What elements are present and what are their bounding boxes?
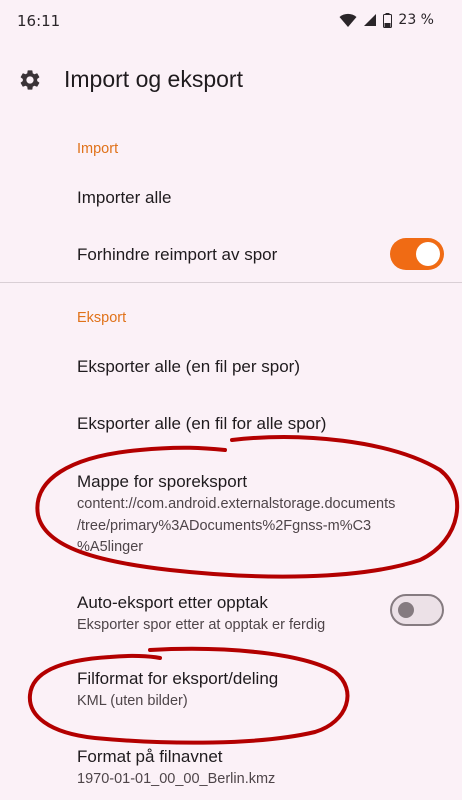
filename-format-title: Format på filnavnet (77, 747, 223, 766)
auto-export-summary: Eksporter spor etter at opptak er ferdig (77, 617, 326, 633)
auto-export-title: Auto-eksport etter opptak (77, 593, 268, 612)
gear-icon (20, 70, 40, 90)
export-all-per-track-item[interactable]: Eksporter alle (en fil per spor) (77, 356, 447, 378)
file-format-title: Filformat for eksport/deling (77, 669, 279, 688)
auto-export-toggle[interactable] (390, 594, 444, 626)
export-folder-item[interactable]: Mappe for sporeksport content://com.andr… (77, 471, 447, 559)
import-all-label: Importer alle (77, 188, 172, 207)
export-all-single-file-item[interactable]: Eksporter alle (en fil for alle spor) (77, 413, 447, 435)
status-bar: 16:11 23 % (0, 0, 462, 44)
auto-export-item[interactable]: Auto-eksport etter opptak Eksporter spor… (77, 592, 377, 637)
toggle-knob (398, 602, 414, 618)
battery-icon (383, 12, 393, 28)
cellular-signal-icon (364, 14, 377, 26)
export-all-single-file-label: Eksporter alle (en fil for alle spor) (77, 414, 327, 433)
export-section-header: Eksport (77, 310, 127, 326)
page-title: Import og eksport (64, 66, 243, 92)
battery-percentage: 23 % (398, 12, 434, 28)
import-section-header: Import (77, 141, 119, 157)
export-all-per-track-label: Eksporter alle (en fil per spor) (77, 357, 300, 376)
export-folder-title: Mappe for sporeksport (77, 472, 248, 491)
toggle-knob (416, 242, 440, 266)
export-folder-path-line-3: %A5linger (77, 539, 144, 555)
status-icons: 23 % (339, 12, 434, 28)
status-time: 16:11 (17, 12, 61, 30)
import-all-item[interactable]: Importer alle (77, 187, 447, 209)
filename-format-item[interactable]: Format på filnavnet 1970-01-01_00_00_Ber… (77, 746, 447, 791)
export-folder-path-line-2: /tree/primary%3ADocuments%2Fgnss-m%C3 (77, 517, 372, 534)
screen: 16:11 23 % Import og eksport Import Impo… (0, 0, 462, 800)
prevent-reimport-toggle[interactable] (390, 238, 444, 270)
app-bar: Import og eksport (0, 56, 462, 104)
file-format-item[interactable]: Filformat for eksport/deling KML (uten b… (77, 668, 447, 713)
prevent-reimport-item[interactable]: Forhindre reimport av spor (77, 244, 377, 266)
prevent-reimport-label: Forhindre reimport av spor (77, 245, 278, 264)
section-divider (0, 282, 462, 283)
wifi-icon (339, 13, 357, 27)
filename-format-summary: 1970-01-01_00_00_Berlin.kmz (77, 771, 276, 787)
export-folder-path-line-1: content://com.android.externalstorage.do… (77, 496, 396, 512)
file-format-summary: KML (uten bilder) (77, 693, 188, 709)
